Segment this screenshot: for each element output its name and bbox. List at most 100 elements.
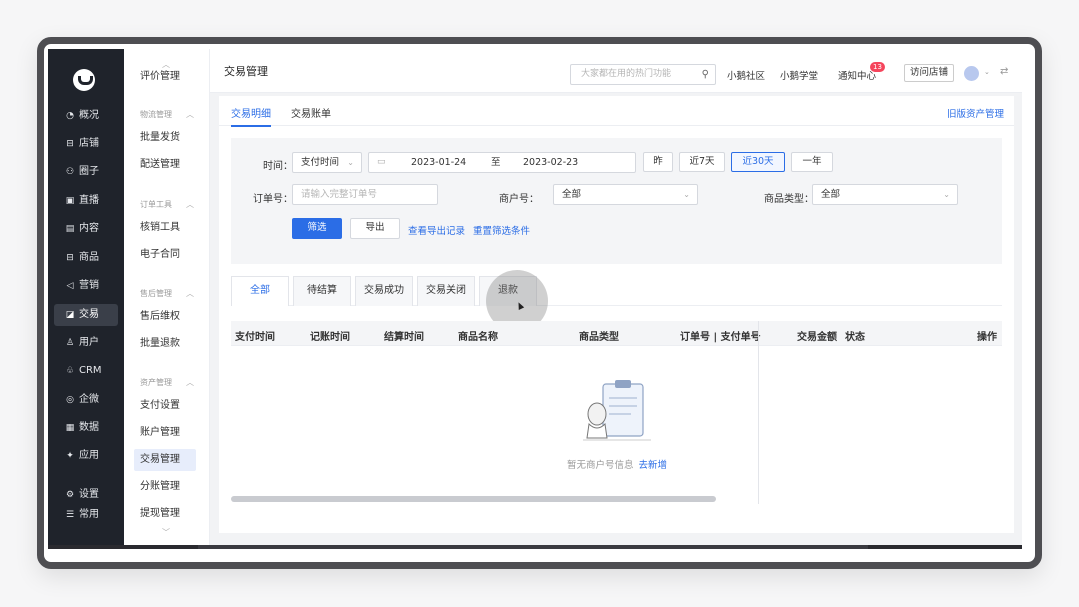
sidebar-item[interactable]: ◔ 概况 (54, 105, 118, 127)
visit-store-button[interactable]: 访问店铺 (904, 64, 954, 82)
submenu-item-review[interactable]: 评价管理 (134, 66, 196, 88)
order-number-input[interactable]: 请输入完整订单号 (292, 184, 438, 205)
content-icon: ▤ (65, 224, 75, 234)
submenu-item[interactable]: 批量发货 (134, 127, 196, 149)
quick-yesterday-button[interactable]: 昨 (643, 152, 673, 172)
sidebar-item[interactable]: ⊟ 商品 (54, 247, 118, 269)
sidebar-item-label: 圈子 (79, 166, 99, 177)
bottom-bar (48, 545, 1022, 549)
status-tab-all[interactable]: 全部 (231, 276, 289, 306)
sidebar-item[interactable]: ☰ 常用 (54, 504, 118, 526)
chevron-up-icon: ︿ (186, 378, 194, 387)
sidebar-item[interactable]: ♙ 用户 (54, 332, 118, 354)
apps-icon: ✦ (66, 451, 74, 461)
col-pay-time: 支付时间 (235, 332, 275, 343)
data-icon: ▦ (65, 423, 75, 433)
sub-menu: ︿ 评价管理 物流管理 ︿ 批量发货配送管理订单工具 ︿ 核销工具电子合同售后管理 ︿ 售后… (124, 49, 210, 545)
sidebar-item-label: CRM (79, 365, 102, 376)
sidebar-item-label: 企微 (79, 394, 99, 405)
time-type-select[interactable]: 支付时间 ⌄ (292, 152, 362, 173)
status-tab-pending[interactable]: 待结算 (293, 276, 351, 306)
date-range-picker[interactable]: ▭ 2023-01-24 至 2023-02-23 (368, 152, 636, 173)
sidebar-item[interactable]: ✦ 应用 (54, 445, 118, 467)
submenu-item[interactable]: 支付设置 (134, 395, 196, 417)
scroll-down-icon[interactable]: ﹀ (162, 527, 170, 538)
filter-button[interactable]: 筛选 (292, 218, 342, 239)
chevron-down-icon: ⌄ (683, 190, 690, 199)
sidebar-item[interactable]: ◪ 交易 (54, 304, 118, 326)
col-goods-name: 商品名称 (458, 332, 498, 343)
sidebar-item[interactable]: ▦ 数据 (54, 417, 118, 439)
submenu-item[interactable]: 提现管理 (134, 503, 196, 525)
sidebar-item[interactable]: ◎ 企微 (54, 389, 118, 411)
switch-icon[interactable]: ⇄ (1000, 66, 1008, 77)
submenu-item[interactable]: 账户管理 (134, 422, 196, 444)
filter-panel: 时间： 支付时间 ⌄ ▭ 2023-01-24 至 2023-02-23 昨 近7… (231, 138, 1002, 264)
view-export-link[interactable]: 查看导出记录 (408, 223, 465, 237)
sidebar-item[interactable]: ⚇ 圈子 (54, 161, 118, 183)
submenu-group-header[interactable]: 物流管理 ︿ (140, 109, 194, 120)
avatar[interactable] (964, 66, 979, 81)
overview-icon: ◔ (66, 111, 74, 121)
sidebar-item[interactable]: ♧ CRM (54, 360, 118, 382)
tab-trade-detail[interactable]: 交易明细 (231, 105, 271, 127)
merchant-label: 商户号： (499, 194, 539, 205)
col-settle-time: 结算时间 (384, 332, 424, 343)
submenu-item[interactable]: 核销工具 (134, 217, 196, 239)
chevron-down-icon[interactable]: ⌄ (984, 68, 990, 76)
search-placeholder: 大家都在用的热门功能 (581, 69, 672, 79)
merchant-value: 全部 (562, 189, 582, 200)
sidebar-item-label: 内容 (79, 223, 99, 234)
col-book-time: 记账时间 (310, 332, 350, 343)
quick-7days-button[interactable]: 近7天 (679, 152, 725, 172)
status-tab-closed[interactable]: 交易关闭 (417, 276, 475, 306)
sidebar-item-label: 概况 (79, 110, 99, 121)
submenu-group-header[interactable]: 售后管理 ︿ (140, 288, 194, 299)
old-asset-link[interactable]: 旧版资产管理 (947, 106, 1004, 120)
submenu-item[interactable]: 配送管理 (134, 154, 196, 176)
sidebar-item-label: 常用 (79, 509, 99, 520)
top-header: 交易管理 大家都在用的热门功能 ⚲ 小鹅社区 小鹅学堂 通知中心 13 访问店铺… (210, 49, 1022, 93)
live-icon: ▣ (65, 196, 75, 206)
submenu-item[interactable]: 电子合同 (134, 244, 196, 266)
submenu-group-header[interactable]: 资产管理 ︿ (140, 377, 194, 388)
sidebar-item[interactable]: ◁ 营销 (54, 275, 118, 297)
export-button[interactable]: 导出 (350, 218, 400, 239)
submenu-item[interactable]: 售后维权 (134, 306, 196, 328)
notification-badge: 13 (870, 62, 885, 72)
tab-trade-bill[interactable]: 交易账单 (291, 105, 331, 120)
chevron-up-icon: ︿ (186, 200, 194, 209)
col-actions: 操作 (977, 332, 997, 343)
time-label: 时间： (263, 161, 293, 172)
crm-icon: ♧ (65, 366, 75, 376)
sidebar-item[interactable]: ⊟ 店铺 (54, 133, 118, 155)
user-icon: ♙ (65, 338, 75, 348)
submenu-item[interactable]: 交易管理 (134, 449, 196, 471)
submenu-item[interactable]: 分账管理 (134, 476, 196, 498)
search-icon[interactable]: ⚲ (702, 65, 709, 84)
reset-filter-link[interactable]: 重置筛选条件 (473, 223, 530, 237)
status-tab-success[interactable]: 交易成功 (355, 276, 413, 306)
sidebar-item-label: 用户 (79, 337, 99, 348)
sidebar-item[interactable]: ▣ 直播 (54, 190, 118, 212)
sidebar-item[interactable]: ⚙ 设置 (54, 484, 118, 506)
quick-year-button[interactable]: 一年 (791, 152, 833, 172)
horizontal-scrollbar[interactable] (231, 496, 716, 502)
marketing-icon: ◁ (66, 281, 74, 291)
search-input[interactable]: 大家都在用的热门功能 ⚲ (570, 64, 716, 85)
merchant-select[interactable]: 全部 ⌄ (553, 184, 698, 205)
community-link[interactable]: 小鹅社区 (727, 68, 765, 82)
submenu-item[interactable]: 批量退款 (134, 333, 196, 355)
quick-30days-button[interactable]: 近30天 (731, 152, 785, 172)
circle-icon: ⚇ (65, 167, 75, 177)
goods-type-select[interactable]: 全部 ⌄ (812, 184, 958, 205)
add-merchant-link[interactable]: 去新增 (639, 460, 668, 471)
app-logo[interactable] (73, 69, 95, 91)
chevron-up-icon: ︿ (186, 289, 194, 298)
submenu-group-header[interactable]: 订单工具 ︿ (140, 199, 194, 210)
academy-link[interactable]: 小鹅学堂 (780, 68, 818, 82)
empty-state-illustration (583, 380, 651, 441)
table-header: 支付时间 记账时间 结算时间 商品名称 商品类型 订单号 | 支付单号 交易金额… (231, 321, 1002, 346)
sidebar-item[interactable]: ▤ 内容 (54, 218, 118, 240)
chevron-up-icon: ︿ (186, 110, 194, 119)
